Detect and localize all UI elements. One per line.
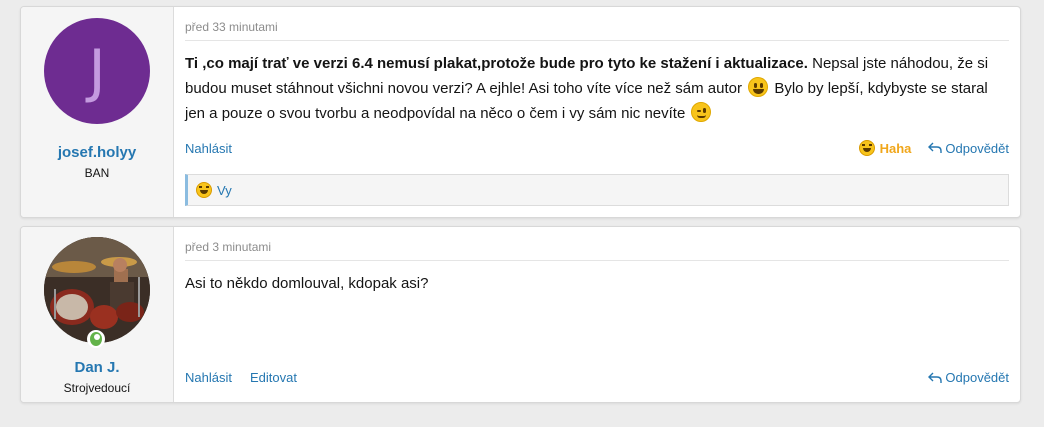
post-main: před 3 minutami Asi to někdo domlouval, …	[174, 227, 1020, 402]
report-link[interactable]: Nahlásit	[185, 370, 232, 385]
post-content-bold: Ti ,co mají trať ve verzi 6.4 nemusí pla…	[185, 55, 808, 72]
post-actions-right: Odpovědět	[928, 370, 1009, 385]
post: Dan J. Strojvedoucí před 3 minutami Asi …	[20, 226, 1021, 403]
post-divider	[185, 260, 1009, 261]
user-title: BAN	[84, 166, 110, 180]
reply-label: Odpovědět	[945, 140, 1009, 156]
user-cell: Dan J. Strojvedoucí	[21, 227, 174, 402]
post-content: Ti ,co mají trať ve verzi 6.4 nemusí pla…	[185, 51, 996, 126]
avatar-letter: J	[88, 37, 106, 105]
reply-icon	[928, 372, 943, 383]
post-actions: Nahlásit Editovat Odpovědět	[185, 370, 1009, 385]
reply-icon	[928, 142, 943, 153]
haha-reaction-icon	[858, 140, 875, 156]
reactions-list-link[interactable]: Vy	[217, 183, 232, 198]
post-divider	[185, 40, 1009, 41]
wink-emoji-icon	[691, 102, 712, 122]
username-link[interactable]: Dan J.	[74, 359, 119, 376]
haha-reaction-button[interactable]: Haha	[858, 140, 912, 156]
user-title: Strojvedoucí	[63, 381, 131, 395]
reactions-bar: Vy	[185, 174, 1009, 206]
post-timestamp[interactable]: před 3 minutami	[185, 240, 271, 254]
user-cell: J josef.holyy BAN	[21, 7, 174, 217]
post-content-text: Asi to někdo domlouval, kdopak asi?	[185, 275, 429, 292]
avatar-photo	[44, 237, 150, 343]
reply-button[interactable]: Odpovědět	[928, 370, 1009, 385]
post-timestamp[interactable]: před 33 minutami	[185, 20, 278, 34]
online-status-icon	[87, 330, 105, 348]
post-content: Asi to někdo domlouval, kdopak asi?	[185, 271, 996, 296]
post-actions-right: Haha Odpovědět	[858, 140, 1009, 156]
avatar[interactable]: J	[44, 18, 150, 124]
haha-reaction-icon	[196, 182, 212, 198]
edit-link[interactable]: Editovat	[250, 370, 297, 385]
avatar[interactable]	[44, 237, 150, 348]
post-actions: Nahlásit Haha Odpovědět	[185, 140, 1009, 156]
report-link[interactable]: Nahlásit	[185, 141, 232, 156]
post-main: před 33 minutami Ti ,co mají trať ve ver…	[174, 7, 1020, 217]
grinning-emoji-icon	[748, 77, 769, 97]
haha-reaction-label: Haha	[879, 140, 912, 156]
reply-label: Odpovědět	[945, 370, 1009, 385]
username-link[interactable]: josef.holyy	[58, 144, 136, 161]
post: J josef.holyy BAN před 33 minutami Ti ,c…	[20, 6, 1021, 218]
reply-button[interactable]: Odpovědět	[928, 141, 1009, 156]
